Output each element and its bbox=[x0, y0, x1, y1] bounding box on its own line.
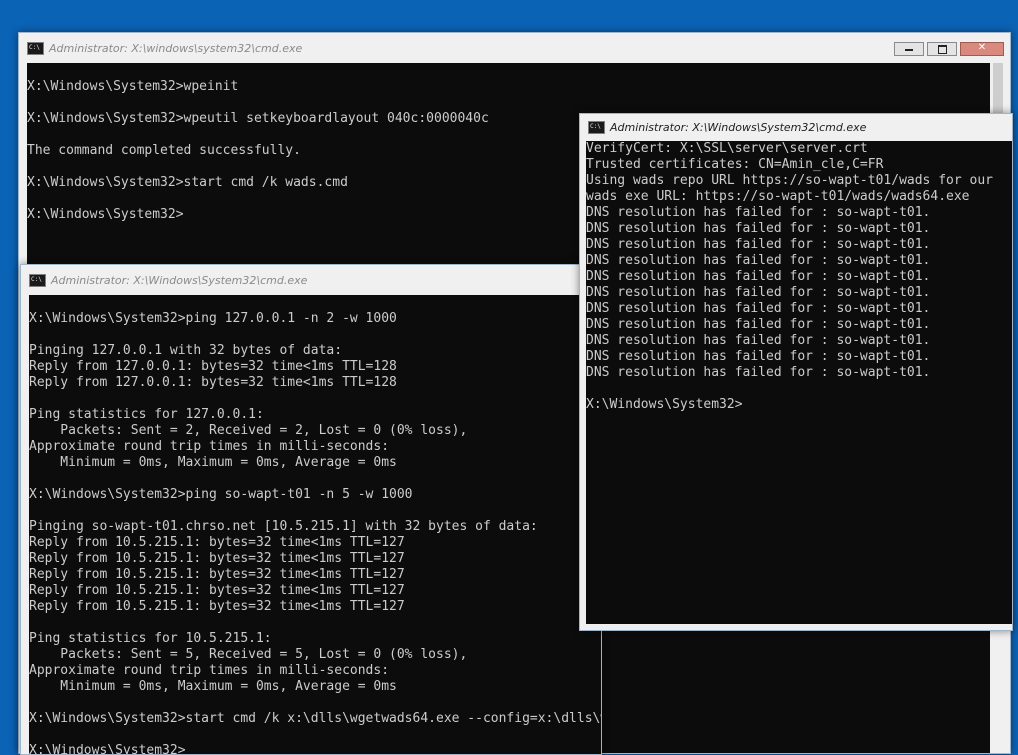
console-line: Pinging so-wapt-t01.chrso.net [10.5.215.… bbox=[29, 519, 538, 534]
cmd-window-front[interactable]: Administrator: X:\Windows\System32\cmd.e… bbox=[579, 113, 1013, 631]
console-line: Minimum = 0ms, Maximum = 0ms, Average = … bbox=[29, 455, 397, 470]
console-line: Packets: Sent = 2, Received = 2, Lost = … bbox=[29, 423, 468, 438]
console-line: Approximate round trip times in milli-se… bbox=[29, 663, 390, 678]
console-line: X:\Windows\System32> bbox=[586, 397, 743, 412]
console-line: Reply from 127.0.0.1: bytes=32 time<1ms … bbox=[29, 375, 397, 390]
cmd-prompt-icon bbox=[29, 273, 46, 287]
title-bar[interactable]: Administrator: X:\Windows\System32\cmd.e… bbox=[580, 114, 1012, 141]
console-line: DNS resolution has failed for : so-wapt-… bbox=[586, 237, 931, 252]
console-line: Reply from 10.5.215.1: bytes=32 time<1ms… bbox=[29, 551, 405, 566]
title-bar[interactable]: Administrator: X:\windows\system32\cmd.e… bbox=[19, 33, 1010, 63]
console-output[interactable]: X:\Windows\System32>ping 127.0.0.1 -n 2 … bbox=[29, 295, 601, 754]
console-line: DNS resolution has failed for : so-wapt-… bbox=[586, 301, 931, 316]
cmd-prompt-icon bbox=[27, 41, 44, 55]
window-title: Administrator: X:\Windows\System32\cmd.e… bbox=[51, 273, 308, 287]
console-line: Using wads repo URL https://so-wapt-t01/… bbox=[586, 173, 993, 188]
console-line: Trusted certificates: CN=Amin_cle,C=FR bbox=[586, 157, 884, 172]
console-line: X:\Windows\System32>ping 127.0.0.1 -n 2 … bbox=[29, 311, 397, 326]
console-line: Ping statistics for 127.0.0.1: bbox=[29, 407, 264, 422]
console-line: Pinging 127.0.0.1 with 32 bytes of data: bbox=[29, 343, 343, 358]
console-line: VerifyCert: X:\SSL\server\server.crt bbox=[586, 141, 868, 156]
console-output[interactable]: VerifyCert: X:\SSL\server\server.crt Trus… bbox=[586, 141, 1012, 624]
window-title: Administrator: X:\windows\system32\cmd.e… bbox=[49, 41, 303, 55]
console-line: X:\Windows\System32>start cmd /k x:\dlls… bbox=[29, 711, 601, 726]
console-line: DNS resolution has failed for : so-wapt-… bbox=[586, 205, 931, 220]
console-line: DNS resolution has failed for : so-wapt-… bbox=[586, 253, 931, 268]
console-line: X:\Windows\System32>ping so-wapt-t01 -n … bbox=[29, 487, 413, 502]
scrollbar-thumb[interactable] bbox=[993, 63, 1003, 113]
window-controls bbox=[891, 42, 1004, 56]
console-line: Approximate round trip times in milli-se… bbox=[29, 439, 390, 454]
maximize-icon[interactable] bbox=[927, 42, 957, 56]
console-line: Reply from 10.5.215.1: bytes=32 time<1ms… bbox=[29, 567, 405, 582]
console-line: Reply from 10.5.215.1: bytes=32 time<1ms… bbox=[29, 535, 405, 550]
console-line: DNS resolution has failed for : so-wapt-… bbox=[586, 269, 931, 284]
console-line: Reply from 10.5.215.1: bytes=32 time<1ms… bbox=[29, 583, 405, 598]
cmd-prompt-icon bbox=[588, 121, 605, 134]
console-line: Reply from 127.0.0.1: bytes=32 time<1ms … bbox=[29, 359, 397, 374]
console-line: DNS resolution has failed for : so-wapt-… bbox=[586, 221, 931, 236]
console-line: Minimum = 0ms, Maximum = 0ms, Average = … bbox=[29, 679, 397, 694]
console-line: Reply from 10.5.215.1: bytes=32 time<1ms… bbox=[29, 599, 405, 614]
window-title: Administrator: X:\Windows\System32\cmd.e… bbox=[610, 121, 867, 134]
console-line: DNS resolution has failed for : so-wapt-… bbox=[586, 317, 931, 332]
console-line: X:\Windows\System32>wpeinit bbox=[27, 79, 239, 94]
console-line: Packets: Sent = 5, Received = 5, Lost = … bbox=[29, 647, 468, 662]
cmd-window-middle[interactable]: Administrator: X:\Windows\System32\cmd.e… bbox=[20, 264, 602, 755]
console-line: X:\Windows\System32> bbox=[29, 743, 186, 754]
title-bar[interactable]: Administrator: X:\Windows\System32\cmd.e… bbox=[21, 265, 601, 295]
console-line: DNS resolution has failed for : so-wapt-… bbox=[586, 333, 931, 348]
console-line: wads exe URL: https://so-wapt-t01/wads/w… bbox=[586, 189, 970, 204]
close-icon[interactable] bbox=[960, 42, 1004, 56]
console-line: DNS resolution has failed for : so-wapt-… bbox=[586, 285, 931, 300]
console-line: Ping statistics for 10.5.215.1: bbox=[29, 631, 272, 646]
console-line: DNS resolution has failed for : so-wapt-… bbox=[586, 349, 931, 364]
minimize-icon[interactable] bbox=[894, 42, 924, 56]
console-line: DNS resolution has failed for : so-wapt-… bbox=[586, 365, 931, 380]
